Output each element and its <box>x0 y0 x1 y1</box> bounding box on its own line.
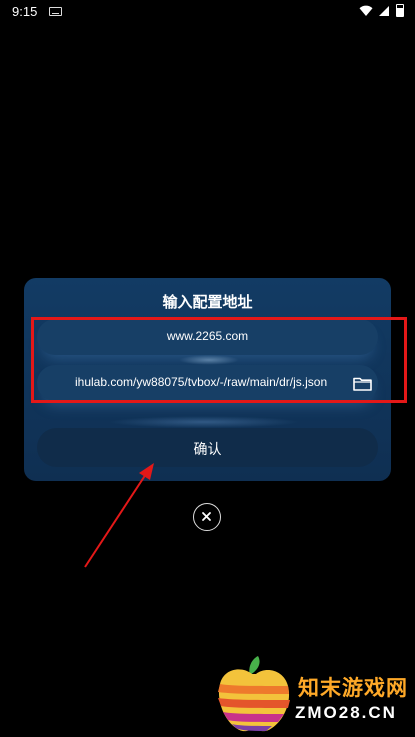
watermark: 知末游戏网 ZMO28.CN <box>212 650 412 735</box>
watermark-title: 知末游戏网 <box>298 677 408 700</box>
annotation-arrow-icon <box>84 463 154 568</box>
watermark-url: ZMO28.CN <box>295 703 397 722</box>
close-icon <box>202 512 211 521</box>
apple-logo-icon <box>218 656 290 732</box>
close-button[interactable] <box>193 503 221 531</box>
